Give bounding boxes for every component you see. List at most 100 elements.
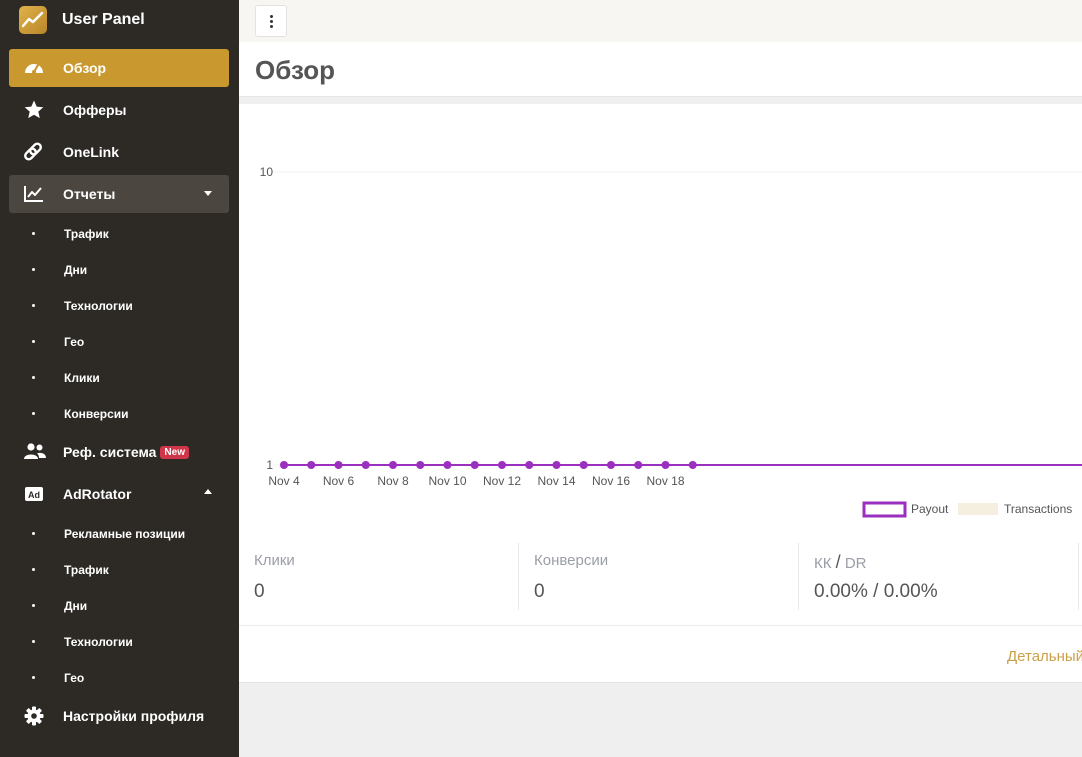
- sidebar-item-label: AdRotator: [63, 486, 132, 502]
- bullet-icon: [32, 640, 35, 643]
- new-badge: New: [160, 446, 189, 459]
- sidebar-item-referral[interactable]: Реф. система New: [9, 433, 229, 471]
- stat-label: КК / DR: [814, 552, 867, 573]
- x-tick-label: Nov 14: [537, 474, 575, 488]
- bullet-icon: [32, 304, 35, 307]
- sidebar-subitem-ad-positions[interactable]: Рекламные позиции: [9, 519, 229, 549]
- sidebar-subitem-label: Технологии: [64, 635, 133, 649]
- data-point: [525, 461, 534, 469]
- divider: [1078, 543, 1079, 610]
- link-icon: [23, 142, 45, 162]
- kk-label: КК: [814, 555, 832, 572]
- stat-kk-dr: КК / DR 0.00% / 0.00%: [799, 541, 1078, 611]
- divider: [239, 625, 1082, 626]
- sidebar-item-label: OneLink: [63, 144, 120, 160]
- sidebar-item-adrotator[interactable]: Ad AdRotator: [9, 475, 229, 513]
- bullet-icon: [32, 676, 35, 679]
- sidebar-subitem-clicks[interactable]: Клики: [9, 363, 229, 393]
- sidebar-item-label: Настройки профиля: [63, 708, 205, 724]
- chevron-down-icon: [204, 191, 212, 196]
- details-link[interactable]: Детальный: [1007, 648, 1082, 665]
- x-tick-label: Nov 8: [377, 474, 409, 488]
- data-point: [634, 461, 643, 469]
- sidebar-subitem-label: Гео: [64, 671, 85, 685]
- sidebar-subitem-traffic[interactable]: Трафик: [9, 219, 229, 249]
- data-point: [552, 461, 561, 469]
- sidebar-item-offers[interactable]: Офферы: [9, 91, 229, 129]
- dot: [270, 25, 273, 28]
- data-point: [688, 461, 697, 469]
- overview-card: 1 10 Nov 4 Nov 6 Nov 8 Nov 10 Nov 12 Nov 14 Nov …: [239, 104, 1082, 683]
- bullet-icon: [32, 376, 35, 379]
- x-tick-label: Nov 16: [592, 474, 630, 488]
- x-tick-label: Nov 18: [646, 474, 684, 488]
- x-tick-label: Nov 6: [323, 474, 355, 488]
- stat-conversions: Конверсии 0: [519, 541, 798, 611]
- x-tick-label: Nov 4: [268, 474, 300, 488]
- legend-swatch-transactions: [958, 503, 998, 515]
- data-point: [498, 461, 506, 469]
- sidebar-subitem-label: Дни: [64, 263, 88, 277]
- top-bar: [239, 0, 1082, 42]
- y-tick-label: 1: [266, 458, 273, 472]
- legend-swatch-payout: [862, 501, 907, 518]
- bullet-icon: [32, 604, 35, 607]
- page-header: Обзор: [239, 42, 1082, 97]
- data-point: [416, 461, 425, 469]
- sidebar-item-profile-settings[interactable]: Настройки профиля: [9, 697, 229, 735]
- sidebar-subitem-label: Рекламные позиции: [64, 527, 186, 541]
- data-point: [661, 461, 670, 469]
- sidebar-subitem-geo[interactable]: Гео: [9, 327, 229, 357]
- bullet-icon: [32, 532, 35, 535]
- data-point: [443, 461, 452, 469]
- more-menu-button[interactable]: [255, 5, 287, 37]
- sidebar-item-overview[interactable]: Обзор: [9, 49, 229, 87]
- logo-icon: [19, 6, 47, 34]
- sidebar-subitem-conversions[interactable]: Конверсии: [9, 399, 229, 429]
- sidebar-item-onelink[interactable]: OneLink: [9, 133, 229, 171]
- chart-icon: [23, 184, 45, 204]
- sidebar-item-reports[interactable]: Отчеты: [9, 175, 229, 213]
- brand[interactable]: User Panel: [0, 0, 239, 42]
- referral-label: Реф. система: [63, 444, 157, 460]
- sidebar-subitem-ad-traffic[interactable]: Трафик: [9, 555, 229, 585]
- dashboard-icon: [23, 58, 45, 78]
- sidebar-subitem-label: Трафик: [64, 227, 109, 241]
- stat-label: Конверсии: [534, 552, 609, 569]
- sidebar-subitem-ad-days[interactable]: Дни: [9, 591, 229, 621]
- sidebar-subitem-ad-technologies[interactable]: Технологии: [9, 627, 229, 657]
- sidebar-subitem-label: Конверсии: [64, 407, 129, 421]
- data-point: [389, 461, 397, 469]
- stat-label: Клики: [254, 552, 295, 569]
- sidebar-item-label: Офферы: [63, 102, 127, 118]
- sidebar: User Panel Обзор Офферы OneLink Отчеты Т…: [0, 0, 239, 757]
- dr-label: DR: [844, 555, 867, 572]
- stat-value: 0: [534, 581, 545, 602]
- stat-clicks: Клики 0: [239, 541, 518, 611]
- dot: [270, 15, 273, 18]
- data-point: [607, 461, 615, 469]
- sidebar-subitem-label: Дни: [64, 599, 88, 613]
- sidebar-subitem-label: Клики: [64, 371, 100, 385]
- stat-value: 0.00% / 0.00%: [814, 581, 938, 602]
- app-title: User Panel: [62, 11, 145, 28]
- page-title: Обзор: [255, 55, 335, 85]
- x-tick-label: Nov 10: [428, 474, 466, 488]
- users-icon: [23, 442, 46, 462]
- star-icon: [23, 100, 45, 120]
- sidebar-item-label: Отчеты: [63, 186, 116, 202]
- sidebar-subitem-days[interactable]: Дни: [9, 255, 229, 285]
- x-tick-label: Nov 12: [483, 474, 521, 488]
- sidebar-subitem-label: Технологии: [64, 299, 133, 313]
- sidebar-subitem-ad-geo[interactable]: Гео: [9, 663, 229, 693]
- sidebar-subitem-label: Трафик: [64, 563, 109, 577]
- data-point: [361, 461, 370, 469]
- bullet-icon: [32, 412, 35, 415]
- separator: /: [835, 552, 841, 572]
- y-tick-label: 10: [260, 165, 274, 179]
- data-point: [579, 461, 588, 469]
- legend-label-payout: Payout: [911, 502, 949, 516]
- legend-label-transactions: Transactions: [1004, 502, 1072, 516]
- sidebar-subitem-technologies[interactable]: Технологии: [9, 291, 229, 321]
- bullet-icon: [32, 268, 35, 271]
